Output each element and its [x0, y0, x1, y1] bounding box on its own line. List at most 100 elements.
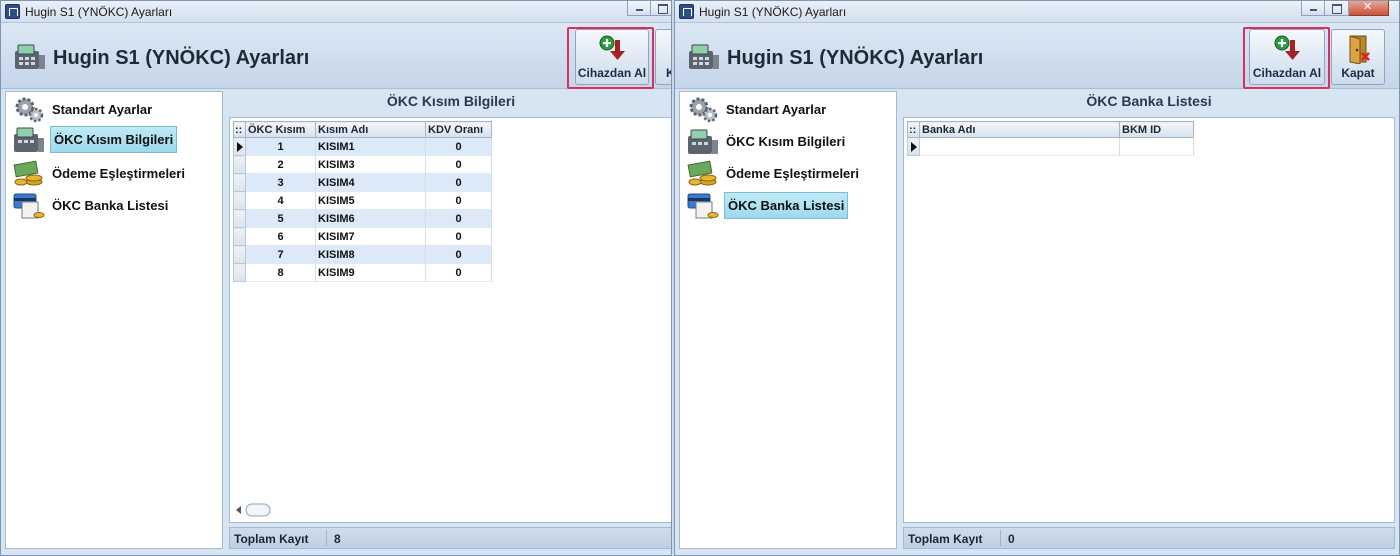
nav-item-standard-settings[interactable]: Standart Ayarlar	[10, 94, 220, 124]
status-separator	[326, 530, 327, 546]
cell[interactable]: 0	[425, 155, 492, 174]
table-row[interactable]: 5 KISIM6 0	[233, 209, 492, 228]
nav-item-bank-list[interactable]: ÖKC Banka Listesi	[684, 190, 894, 220]
cell[interactable]: 3	[245, 173, 316, 192]
sections-table: :: ÖKC Kısım Kısım Adı KDV Oranı 1 KISIM…	[233, 121, 492, 282]
total-records-value: 0	[1008, 532, 1015, 546]
close-button[interactable]: Kapat	[1331, 29, 1385, 85]
cell[interactable]	[1119, 137, 1194, 156]
nav-item-section-info[interactable]: ÖKC Kısım Bilgileri	[684, 126, 894, 156]
table-row[interactable]: 6 KISIM7 0	[233, 227, 492, 246]
gears-icon	[689, 97, 718, 123]
nav-item-label: Ödeme Eşleştirmeleri	[726, 166, 859, 181]
row-selector[interactable]	[233, 263, 246, 282]
window-title: Hugin S1 (YNÖKC) Ayarları	[699, 5, 847, 19]
horizontal-scrollbar[interactable]	[234, 502, 274, 518]
row-selector[interactable]	[907, 137, 920, 156]
total-records-label: Toplam Kayıt	[908, 532, 983, 546]
cash-register-icon	[688, 129, 718, 154]
cell[interactable]: KISIM8	[315, 245, 426, 264]
column-header[interactable]: KDV Oranı	[425, 121, 492, 138]
column-header[interactable]: Banka Adı	[919, 121, 1120, 138]
minimize-button[interactable]	[1301, 1, 1325, 16]
cell[interactable]: KISIM3	[315, 155, 426, 174]
table-row[interactable]: 2 KISIM3 0	[233, 155, 492, 174]
nav-item-label: Standart Ayarlar	[52, 102, 153, 117]
credit-card-icon	[13, 193, 45, 219]
nav-item-payment-mappings[interactable]: Ödeme Eşleştirmeleri	[10, 158, 220, 188]
cell[interactable]: KISIM5	[315, 191, 426, 210]
app-icon	[679, 4, 694, 19]
cell[interactable]: 2	[245, 155, 316, 174]
column-header[interactable]: ÖKC Kısım	[245, 121, 316, 138]
row-selector[interactable]	[233, 245, 246, 264]
title-bar[interactable]: Hugin S1 (YNÖKC) Ayarları	[675, 1, 1399, 23]
current-row-icon	[237, 142, 243, 152]
row-selector[interactable]	[233, 137, 246, 156]
current-row-icon	[911, 142, 917, 152]
nav-item-label: ÖKC Kısım Bilgileri	[726, 134, 846, 149]
nav-item-bank-list[interactable]: ÖKC Banka Listesi	[10, 190, 220, 220]
title-bar[interactable]: Hugin S1 (YNÖKC) Ayarları	[1, 1, 671, 23]
cell[interactable]: KISIM6	[315, 209, 426, 228]
new-row[interactable]	[907, 137, 1194, 156]
nav-item-section-info[interactable]: ÖKC Kısım Bilgileri	[10, 124, 220, 154]
table-row[interactable]: 4 KISIM5 0	[233, 191, 492, 210]
table-row[interactable]: 3 KISIM4 0	[233, 173, 492, 192]
total-records-value: 8	[334, 532, 341, 546]
grid-corner[interactable]: ::	[233, 121, 246, 138]
cell[interactable]: 1	[245, 137, 316, 156]
bank-list-table: :: Banka Adı BKM ID	[907, 121, 1194, 156]
cell[interactable]: KISIM1	[315, 137, 426, 156]
cell[interactable]: 0	[425, 227, 492, 246]
cell[interactable]: KISIM4	[315, 173, 426, 192]
table-row[interactable]: 7 KISIM8 0	[233, 245, 492, 264]
maximize-button[interactable]	[651, 1, 671, 16]
cell[interactable]: 0	[425, 245, 492, 264]
cell[interactable]: 0	[425, 191, 492, 210]
row-selector[interactable]	[233, 227, 246, 246]
cell[interactable]: 4	[245, 191, 316, 210]
cell[interactable]: 0	[425, 209, 492, 228]
table-row[interactable]: 1 KISIM1 0	[233, 137, 492, 156]
nav-item-label: ÖKC Kısım Bilgileri	[50, 126, 178, 153]
cell[interactable]	[919, 137, 1120, 156]
nav-item-label: Standart Ayarlar	[726, 102, 827, 117]
cell[interactable]: 7	[245, 245, 316, 264]
close-button-partial[interactable]: K	[655, 29, 671, 85]
cell[interactable]: KISIM9	[315, 263, 426, 282]
cell[interactable]: 0	[425, 173, 492, 192]
nav-item-standard-settings[interactable]: Standart Ayarlar	[684, 94, 894, 124]
cell[interactable]: 6	[245, 227, 316, 246]
window-controls	[627, 1, 671, 16]
row-selector[interactable]	[233, 191, 246, 210]
section-title: ÖKC Kısım Bilgileri	[386, 93, 516, 109]
cell[interactable]: 5	[245, 209, 316, 228]
money-coins-icon	[13, 160, 43, 186]
content-panel: ÖKC Kısım Bilgileri :: ÖKC Kısım Kısım A…	[229, 91, 671, 549]
close-label: K	[666, 66, 671, 80]
cash-register-icon	[689, 44, 719, 69]
data-grid[interactable]: :: ÖKC Kısım Kısım Adı KDV Oranı 1 KISIM…	[229, 117, 671, 523]
cell[interactable]: KISIM7	[315, 227, 426, 246]
cell[interactable]: 0	[425, 263, 492, 282]
close-window-button[interactable]	[1349, 1, 1389, 16]
grid-corner[interactable]: ::	[907, 121, 920, 138]
nav-item-payment-mappings[interactable]: Ödeme Eşleştirmeleri	[684, 158, 894, 188]
settings-window-right: Hugin S1 (YNÖKC) Ayarları Hugin S1 (YNÖK…	[674, 0, 1400, 556]
nav-item-label: Ödeme Eşleştirmeleri	[52, 166, 185, 181]
row-selector[interactable]	[233, 155, 246, 174]
column-header[interactable]: Kısım Adı	[315, 121, 426, 138]
row-selector[interactable]	[233, 173, 246, 192]
column-header[interactable]: BKM ID	[1119, 121, 1194, 138]
cell[interactable]: 0	[425, 137, 492, 156]
section-title: ÖKC Banka Listesi	[1086, 93, 1212, 109]
minimize-button[interactable]	[627, 1, 651, 16]
table-row[interactable]: 8 KISIM9 0	[233, 263, 492, 282]
row-selector[interactable]	[233, 209, 246, 228]
close-label: Kapat	[1341, 66, 1375, 80]
data-grid[interactable]: :: Banka Adı BKM ID	[903, 117, 1395, 523]
cell[interactable]: 8	[245, 263, 316, 282]
window-controls	[1301, 1, 1389, 16]
maximize-button[interactable]	[1325, 1, 1349, 16]
